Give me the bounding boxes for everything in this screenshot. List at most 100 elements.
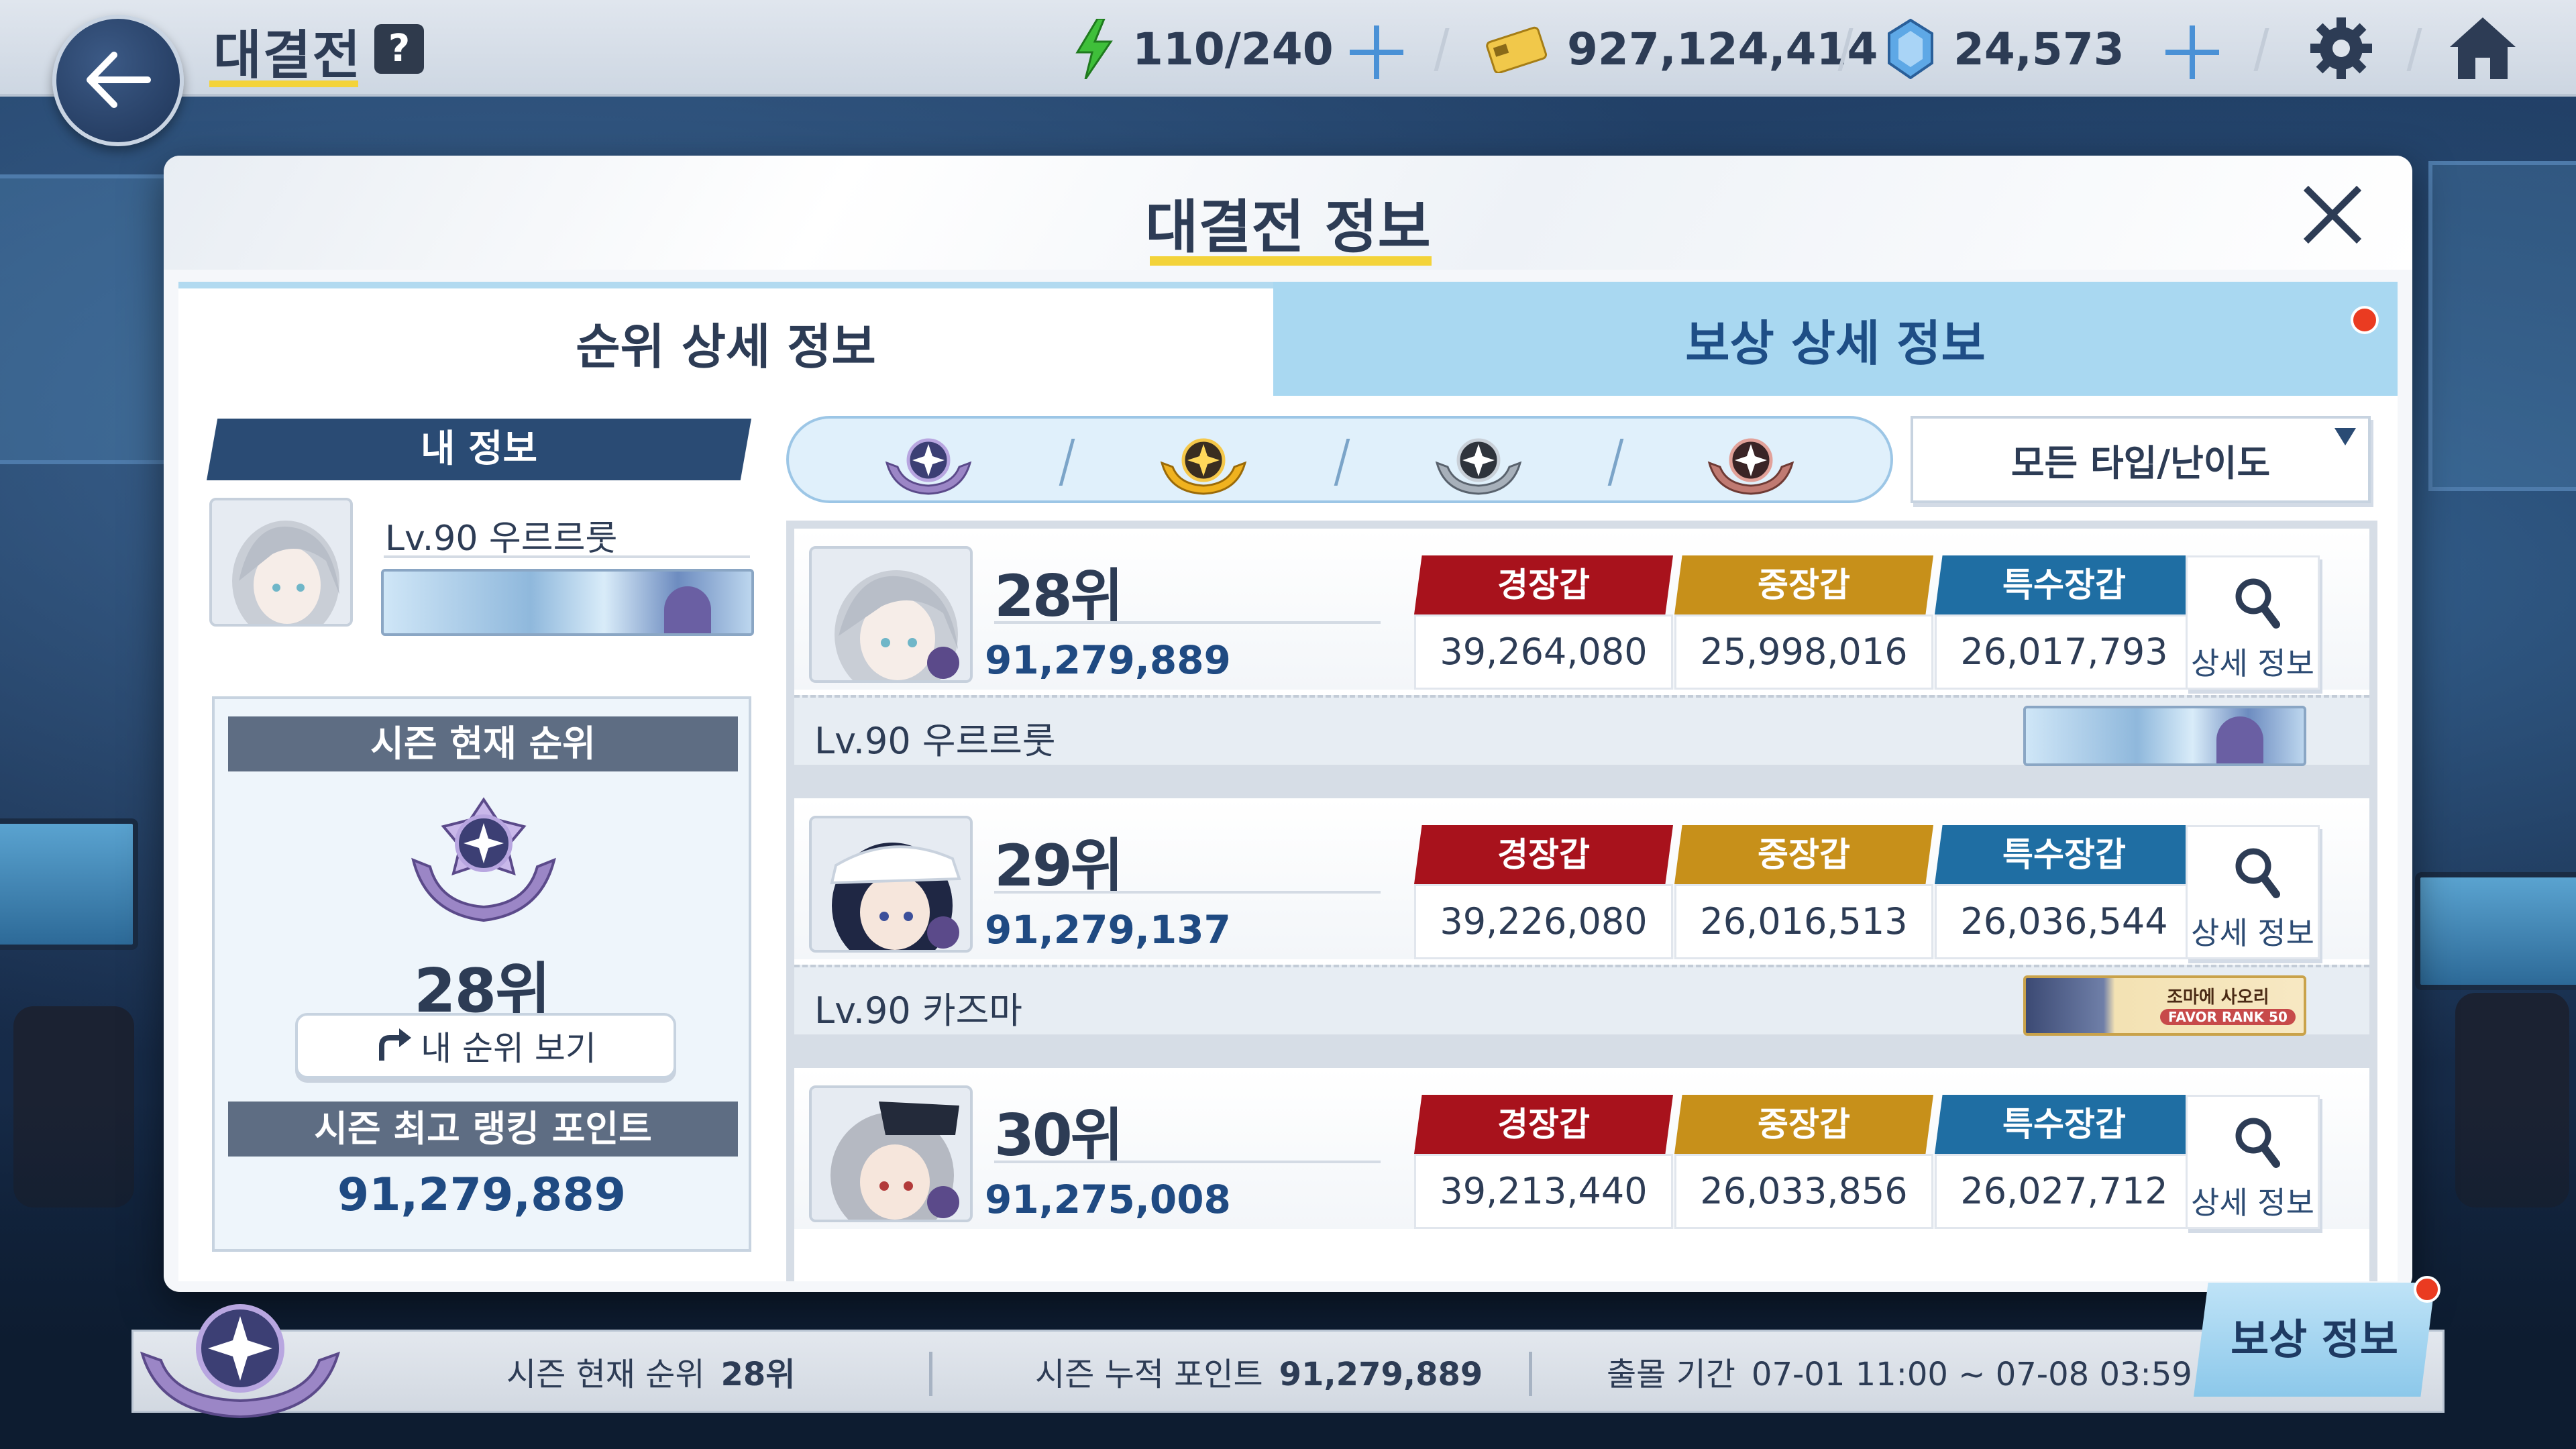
divider (929, 1352, 932, 1396)
close-icon[interactable] (2298, 181, 2365, 248)
credit-card-icon (1486, 26, 1548, 73)
light-armor-label: 경장갑 (1414, 1095, 1673, 1154)
tier-filter (786, 416, 1893, 503)
light-armor-label: 경장갑 (1414, 555, 1673, 614)
light-armor-score: 경장갑 39,213,440 (1414, 1095, 1673, 1229)
score: 91,279,889 (985, 637, 1231, 683)
ranking-list[interactable]: 28위 91,279,889 경장갑 39,264,080 중장갑 25,998… (786, 521, 2377, 1281)
title-underline (209, 80, 358, 87)
light-armor-value: 39,226,080 (1414, 884, 1673, 959)
special-armor-label: 특수장갑 (1935, 1095, 2194, 1154)
raid-info-modal: 대결전 정보 순위 상세 정보 보상 상세 정보 내 정보 Lv.90 우르르룻… (164, 156, 2412, 1292)
light-armor-score: 경장갑 39,264,080 (1414, 555, 1673, 690)
silver-tier-icon[interactable] (1432, 428, 1525, 495)
gear-icon[interactable] (2308, 15, 2375, 82)
help-icon[interactable]: ? (374, 24, 424, 74)
lightning-icon (1075, 19, 1113, 79)
avatar (209, 498, 353, 627)
platinum-tier-icon (140, 1304, 341, 1419)
rank: 29위 (994, 833, 1124, 900)
rank-details-panel: 내 정보 Lv.90 우르르룻 시즌 현재 순위 28위 내 순위 보기 시즌 … (178, 396, 2398, 1281)
pyroxene-counter: 24,573 (1886, 19, 2125, 79)
total-points-value: 91,279,889 (1279, 1356, 1483, 1393)
player-banner (381, 569, 754, 636)
platinum-tier-icon[interactable] (881, 428, 975, 495)
rank: 30위 (994, 1102, 1124, 1169)
heavy-armor-label: 중장갑 (1674, 1095, 1933, 1154)
add-pyroxene-button[interactable] (2165, 25, 2219, 79)
tab-bar: 순위 상세 정보 보상 상세 정보 (178, 282, 2398, 396)
favor-banner-name: 조마에 사오리 (2167, 987, 2269, 1008)
heavy-armor-score: 중장갑 25,998,016 (1674, 555, 1933, 690)
detail-button[interactable]: 상세 정보 (2186, 555, 2320, 690)
my-info-header: 내 정보 (207, 419, 751, 480)
detail-label: 상세 정보 (2191, 645, 2314, 682)
view-my-rank-label: 내 순위 보기 (421, 1029, 596, 1068)
credits-counter: 927,124,414 (1484, 19, 1878, 79)
special-armor-value: 26,027,712 (1935, 1154, 2194, 1229)
back-button[interactable] (52, 15, 184, 146)
season-rank-label: 시즌 현재 순위 (228, 716, 738, 771)
special-armor-score: 특수장갑 26,017,793 (1935, 555, 2194, 690)
modal-title: 대결전 정보 (1145, 194, 1431, 261)
divider (994, 1161, 1381, 1163)
stamina-value: 110/240 (1132, 23, 1334, 75)
heavy-armor-score: 중장갑 26,016,513 (1674, 825, 1933, 959)
light-armor-label: 경장갑 (1414, 825, 1673, 884)
type-difficulty-dropdown[interactable]: 모든 타입/난이도 (1911, 416, 2371, 503)
player-level-name: Lv.90 우르르룻 (385, 519, 618, 559)
divider (384, 555, 750, 558)
divider (2406, 28, 2422, 71)
total-points-item: 시즌 누적 포인트 91,279,889 (1035, 1348, 1483, 1395)
divider (1607, 439, 1624, 486)
view-my-rank-button[interactable]: 내 순위 보기 (295, 1013, 676, 1079)
divider (1434, 28, 1450, 71)
add-stamina-button[interactable] (1350, 25, 1403, 79)
magnifier-icon (2235, 848, 2280, 898)
best-points-label: 시즌 최고 랭킹 포인트 (228, 1102, 738, 1157)
tab-reward-details[interactable]: 보상 상세 정보 (1273, 282, 2398, 396)
arrow-left-icon (87, 52, 151, 108)
tab-rank-details[interactable]: 순위 상세 정보 (178, 282, 1273, 396)
title-underline (1150, 256, 1432, 266)
bronze-tier-icon[interactable] (1704, 428, 1798, 495)
heavy-armor-label: 중장갑 (1674, 555, 1933, 614)
detail-label: 상세 정보 (2191, 915, 2314, 951)
light-armor-score: 경장갑 39,226,080 (1414, 825, 1673, 959)
divider (1059, 439, 1075, 486)
ranking-row: 29위 91,279,137 경장갑 39,226,080 중장갑 26,016… (794, 798, 2369, 1036)
special-armor-value: 26,036,544 (1935, 884, 2194, 959)
arrow-turn-icon (379, 1028, 412, 1061)
platinum-tier-icon (411, 797, 556, 922)
ranking-row: 28위 91,279,889 경장갑 39,264,080 중장갑 25,998… (794, 529, 2369, 766)
favor-rank-badge: FAVOR RANK 50 (2160, 1009, 2296, 1025)
light-armor-value: 39,213,440 (1414, 1154, 1673, 1229)
home-icon[interactable] (2446, 15, 2520, 82)
detail-button[interactable]: 상세 정보 (2186, 1095, 2320, 1229)
special-armor-score: 특수장갑 26,027,712 (1935, 1095, 2194, 1229)
heavy-armor-value: 25,998,016 (1674, 614, 1933, 690)
player-banner (2023, 706, 2306, 766)
period-value: 07-01 11:00 ~ 07-08 03:59 (1751, 1356, 2192, 1393)
player-level-name: Lv.90 카즈마 (814, 989, 1022, 1032)
divider (1334, 439, 1350, 486)
current-rank-label: 시즌 현재 순위 (506, 1356, 705, 1393)
heavy-armor-value: 26,016,513 (1674, 884, 1933, 959)
season-rank-box: 시즌 현재 순위 28위 내 순위 보기 시즌 최고 랭킹 포인트 91,279… (212, 696, 751, 1252)
gold-tier-icon[interactable] (1157, 428, 1250, 495)
dropdown-arrow-icon (2334, 428, 2356, 445)
page-title: 대결전 (213, 25, 362, 86)
period-label: 출몰 기간 (1607, 1356, 1735, 1393)
total-points-label: 시즌 누적 포인트 (1035, 1356, 1263, 1393)
magnifier-icon (2235, 1118, 2280, 1168)
detail-label: 상세 정보 (2191, 1185, 2314, 1221)
heavy-armor-label: 중장갑 (1674, 825, 1933, 884)
light-armor-value: 39,264,080 (1414, 614, 1673, 690)
avatar (809, 546, 973, 683)
pyroxene-value: 24,573 (1953, 23, 2125, 75)
credits-value: 927,124,414 (1567, 23, 1878, 75)
divider (2253, 28, 2269, 71)
detail-button[interactable]: 상세 정보 (2186, 825, 2320, 959)
special-armor-score: 특수장갑 26,036,544 (1935, 825, 2194, 959)
reward-info-button[interactable]: 보상 정보 (2194, 1283, 2435, 1397)
